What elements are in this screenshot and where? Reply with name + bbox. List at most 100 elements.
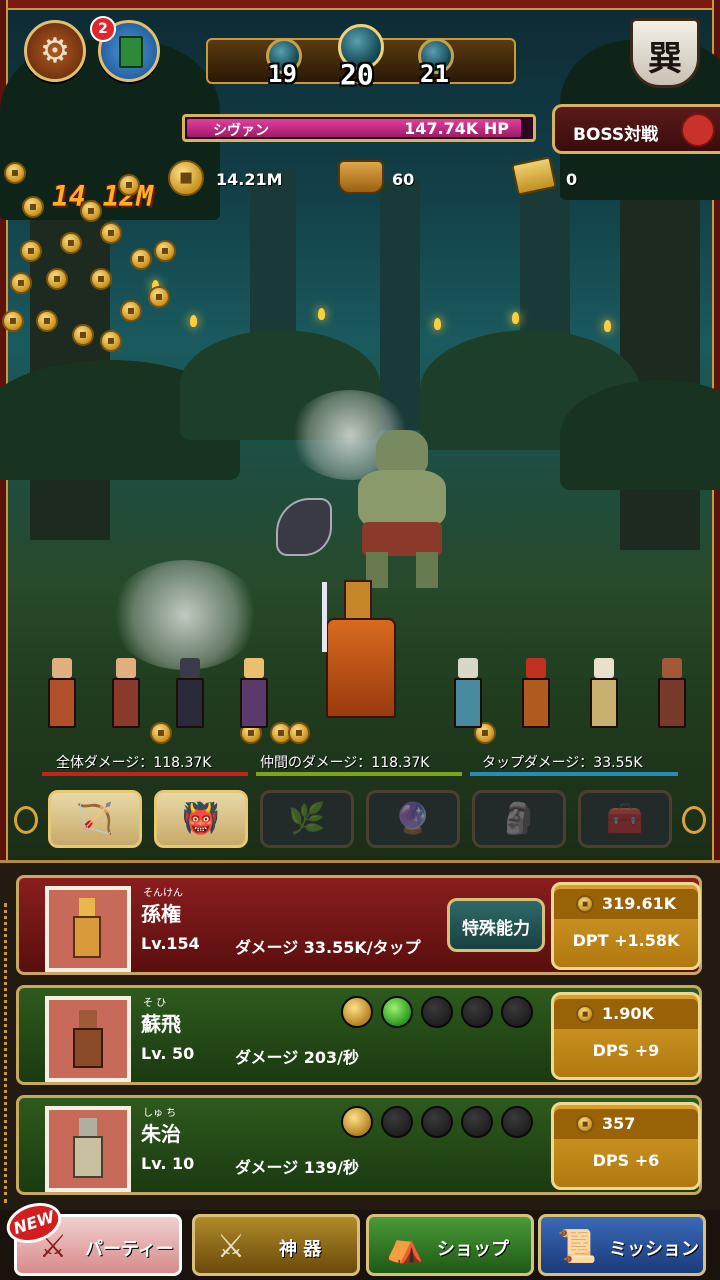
- hero-ruby: しゅ ち: [143, 1108, 177, 1119]
- hero-ruby: そんけん: [143, 888, 183, 899]
- chest-icon: 🧰: [606, 801, 644, 837]
- demon-mask-icon: [681, 113, 715, 147]
- party-hero: [514, 654, 560, 732]
- coin-drop[interactable]: [288, 722, 310, 744]
- boss-name: シヴァン: [213, 123, 269, 139]
- coin-drop[interactable]: [100, 330, 122, 352]
- ingot-amount: 60: [392, 170, 415, 189]
- nav-missions-label: ミッション: [609, 1239, 699, 1260]
- portrait-head: [79, 1118, 97, 1136]
- coin-drop[interactable]: [118, 174, 140, 196]
- battle-scene[interactable]: ⚙ 2 19 20 21 巽 シヴァン 147.74K HP BOSS対戦 14…: [0, 0, 720, 860]
- coin-drop[interactable]: [154, 240, 176, 262]
- total-damage-line: [42, 772, 248, 776]
- skill-gem-empty: [461, 1106, 493, 1138]
- crossed-swords-icon: ⚔: [216, 1227, 246, 1265]
- category-tab[interactable]: 🧰: [578, 790, 672, 848]
- coin-drop[interactable]: [90, 268, 112, 290]
- hero-row-sonken[interactable]: そんけん 孫権 Lv.154 ダメージ 33.55K/タップ 特殊能力 319.…: [16, 875, 702, 975]
- party-hero-head: [526, 658, 546, 678]
- coin-drop[interactable]: [22, 196, 44, 218]
- hero-list[interactable]: そんけん 孫権 Lv.154 ダメージ 33.55K/タップ 特殊能力 319.…: [0, 860, 720, 1210]
- hero-damage: ダメージ 33.55K/タップ: [235, 938, 421, 957]
- stage-current-number: 20: [340, 58, 374, 91]
- bottom-nav: ⚔ パーティー ⚔ 神 器 ⛺ ショップ 📜 ミッション: [0, 1210, 720, 1280]
- party-hero-head: [180, 658, 200, 678]
- level-up-increment: DPS +6: [592, 1151, 660, 1170]
- hero-portrait[interactable]: [45, 996, 131, 1082]
- party-hero: [650, 654, 696, 732]
- jade-icon: 🔮: [394, 801, 432, 837]
- coin-drop[interactable]: [2, 310, 24, 332]
- coin-drop[interactable]: [36, 310, 58, 332]
- level-up-button[interactable]: 357 DPS +6: [551, 1102, 701, 1190]
- nav-artifacts-label: 神 器: [279, 1239, 322, 1260]
- coin-drop[interactable]: [130, 248, 152, 270]
- level-up-cost: 357: [602, 1114, 636, 1133]
- tabs-ornament-right: [682, 806, 706, 834]
- firefly: [604, 320, 611, 332]
- category-tab[interactable]: 🔮: [366, 790, 460, 848]
- main-hero[interactable]: [318, 580, 398, 720]
- skill-gem-empty: [501, 1106, 533, 1138]
- coin-drop[interactable]: [100, 222, 122, 244]
- nav-shop-label: ショップ: [437, 1239, 509, 1260]
- level-up-button[interactable]: 1.90K DPS +9: [551, 992, 701, 1080]
- category-tab[interactable]: 🌿: [260, 790, 354, 848]
- hero-portrait[interactable]: [45, 886, 131, 972]
- hero-row-sohi[interactable]: そ ひ 蘇飛 Lv. 50 ダメージ 203/秒 1.90K DPS +9: [16, 985, 702, 1085]
- skill-gem-green: [381, 996, 413, 1028]
- special-ability-button[interactable]: 特殊能力: [447, 898, 545, 952]
- party-damage-line: [256, 772, 462, 776]
- category-tab[interactable]: 🗿: [472, 790, 566, 848]
- party-hero-head: [244, 658, 264, 678]
- hero-robe: [326, 618, 396, 718]
- skill-gem-empty: [421, 996, 453, 1028]
- level-up-button[interactable]: 319.61K DPT +1.58K: [551, 882, 701, 970]
- boss-monster[interactable]: [340, 430, 460, 590]
- cost-bar: 319.61K: [554, 889, 698, 919]
- settings-button[interactable]: ⚙: [24, 20, 86, 82]
- party-hero: [582, 654, 628, 732]
- nav-artifacts-button[interactable]: ⚔ 神 器: [192, 1214, 360, 1276]
- coin-drop[interactable]: [20, 240, 42, 262]
- stage-next-number[interactable]: 21: [420, 60, 449, 88]
- hero-damage: ダメージ 203/秒: [235, 1048, 360, 1067]
- coin-drop[interactable]: [80, 200, 102, 222]
- banner-glyph: 巽: [648, 39, 682, 79]
- hero-level: Lv. 10: [141, 1154, 195, 1173]
- party-hero-head: [662, 658, 682, 678]
- firefly: [190, 315, 197, 327]
- coin-drop[interactable]: [10, 272, 32, 294]
- category-tab[interactable]: 👹: [154, 790, 248, 848]
- herb-icon: 🌿: [288, 801, 326, 837]
- tabs-ornament-left: [14, 806, 38, 834]
- level-up-increment: DPT +1.58K: [572, 931, 680, 950]
- coin-drop[interactable]: [60, 232, 82, 254]
- nav-missions-button[interactable]: 📜 ミッション: [538, 1214, 706, 1276]
- boss-challenge-button[interactable]: BOSS対戦: [552, 104, 720, 154]
- party-hero-body: [48, 678, 76, 728]
- party-hero: [40, 654, 86, 732]
- party-hero-body: [240, 678, 268, 728]
- hero-name: 孫権: [141, 902, 181, 926]
- hero-row-shuchi[interactable]: しゅ ち 朱治 Lv. 10 ダメージ 139/秒 357 DPS +6: [16, 1095, 702, 1195]
- coin-drop[interactable]: [46, 268, 68, 290]
- hero-portrait[interactable]: [45, 1106, 131, 1192]
- party-hero-body: [176, 678, 204, 728]
- coin-drop[interactable]: [72, 324, 94, 346]
- hero-level: Lv.154: [141, 934, 200, 953]
- stage-prev-number[interactable]: 19: [268, 60, 297, 88]
- top-frame: [0, 0, 720, 10]
- portrait-head: [79, 898, 95, 916]
- coin-drop[interactable]: [120, 300, 142, 322]
- coin-drop[interactable]: [4, 162, 26, 184]
- coin-drop[interactable]: [148, 286, 170, 308]
- nav-shop-button[interactable]: ⛺ ショップ: [366, 1214, 534, 1276]
- party-hero-head: [594, 658, 614, 678]
- banner-button[interactable]: 巽: [630, 18, 700, 88]
- category-tab[interactable]: 🏹: [48, 790, 142, 848]
- party-hero-body: [522, 678, 550, 728]
- notification-badge: 2: [90, 16, 116, 42]
- boss-skirt: [362, 522, 442, 556]
